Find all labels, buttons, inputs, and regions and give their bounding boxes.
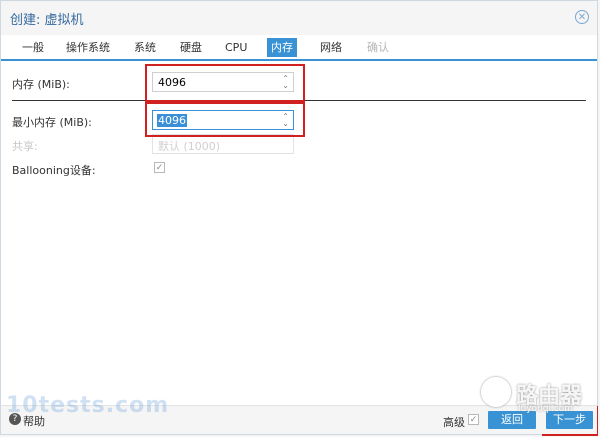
close-icon[interactable]: ✕ (575, 10, 589, 24)
create-vm-dialog: 创建: 虚拟机 ✕ 一般 操作系统 系统 硬盘 CPU 内存 网络 确认 内存 … (0, 0, 598, 436)
tab-network[interactable]: 网络 (316, 38, 346, 57)
watermark-right-sub: luyouqi.com (518, 404, 574, 414)
wizard-tabs: 一般 操作系统 系统 硬盘 CPU 内存 网络 确认 (1, 35, 597, 61)
tab-system[interactable]: 系统 (130, 38, 160, 57)
tab-harddisk[interactable]: 硬盘 (176, 38, 206, 57)
memory-input[interactable]: 4096 ⌃ ⌄ (152, 72, 294, 92)
tab-general[interactable]: 一般 (18, 38, 48, 57)
advanced-label: 高级 (443, 416, 465, 429)
spinner-icon[interactable]: ⌃ ⌄ (282, 75, 289, 90)
memory-value: 4096 (158, 76, 186, 89)
divider (12, 100, 586, 101)
dialog-title: 创建: 虚拟机 (10, 13, 84, 28)
memory-label: 内存 (MiB): (12, 78, 70, 91)
min-memory-input[interactable]: 4096 ⌃ ⌄ (152, 110, 294, 130)
watermark-logo-icon (481, 377, 511, 407)
tab-os[interactable]: 操作系统 (62, 38, 114, 57)
tab-cpu[interactable]: CPU (221, 38, 251, 57)
title-bar: 创建: 虚拟机 ✕ (1, 1, 597, 36)
ballooning-checkbox[interactable]: ✓ (154, 162, 165, 173)
ballooning-label: Ballooning设备: (12, 164, 96, 177)
tab-confirm: 确认 (367, 41, 389, 54)
min-memory-label: 最小内存 (MiB): (12, 116, 92, 129)
shares-input: 默认 (1000) (152, 134, 294, 154)
shares-value: 默认 (1000) (158, 140, 221, 153)
min-memory-value: 4096 (157, 114, 187, 127)
shares-label: 共享: (12, 140, 38, 153)
spinner-icon[interactable]: ⌃ ⌄ (282, 113, 289, 128)
watermark-left: 10tests.com (6, 393, 170, 418)
tab-memory[interactable]: 内存 (267, 38, 297, 57)
advanced-checkbox[interactable]: ✓ (468, 414, 479, 425)
